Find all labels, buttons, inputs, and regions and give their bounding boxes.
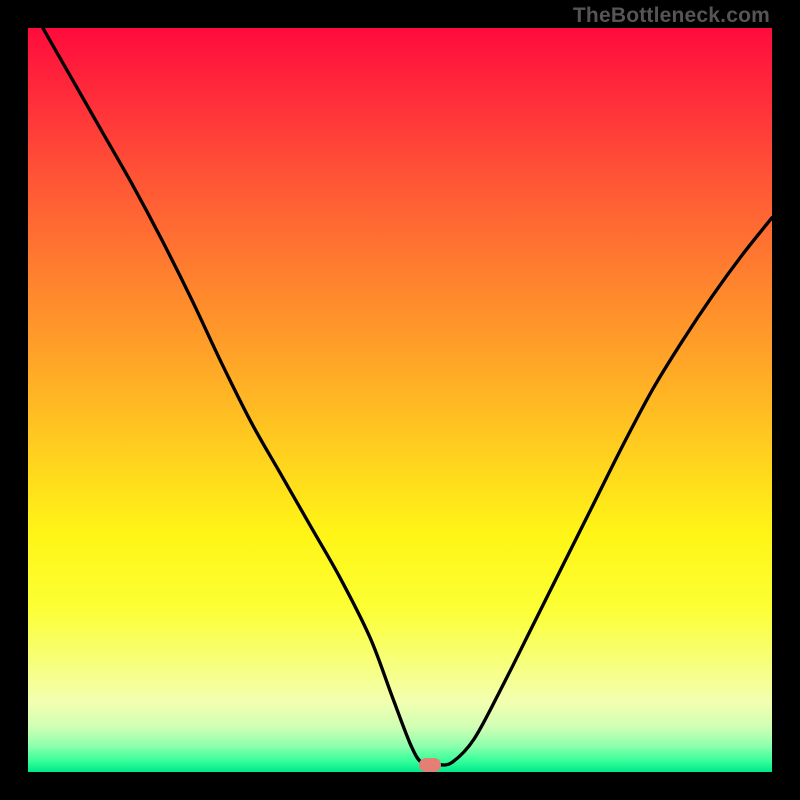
- bottleneck-curve: [43, 28, 772, 765]
- curve-layer: [28, 28, 772, 772]
- chart-frame: TheBottleneck.com: [0, 0, 800, 800]
- optimum-marker: [419, 758, 441, 772]
- plot-area: [28, 28, 772, 772]
- watermark-text: TheBottleneck.com: [573, 4, 770, 28]
